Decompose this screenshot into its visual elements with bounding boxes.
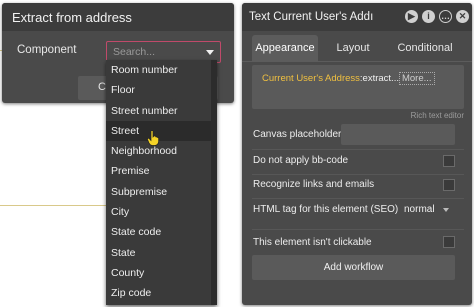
dropdown-item-city[interactable]: City — [106, 202, 217, 222]
dropdown-item-neighborhood[interactable]: Neighborhood — [106, 141, 217, 161]
divider — [252, 174, 464, 175]
info-icon[interactable]: i — [422, 10, 435, 23]
canvas-placeholder-label: Canvas placeholder — [253, 129, 342, 140]
dropdown-item-premise[interactable]: Premise — [106, 161, 217, 181]
dynamic-expression[interactable]: Current User's Address:extract... More... — [262, 72, 435, 85]
select-placeholder: Search... — [113, 46, 156, 58]
dialog-title: Extract from address — [2, 3, 234, 31]
caret-down-icon — [206, 50, 214, 55]
divider — [252, 229, 464, 230]
component-label: Component — [17, 44, 77, 56]
caret-down-icon — [443, 208, 449, 212]
dropdown-item-subpremise[interactable]: Subpremise — [106, 182, 217, 202]
not-clickable-label: This element isn't clickable — [253, 237, 372, 248]
dropdown-scrollbar[interactable] — [211, 60, 217, 305]
tab-bar: Appearance Layout Conditional — [242, 35, 472, 61]
tab-underline — [242, 61, 472, 62]
play-icon[interactable]: ▶ — [405, 10, 418, 23]
tab-layout[interactable]: Layout — [328, 35, 378, 61]
comment-icon[interactable]: … — [439, 10, 452, 23]
not-clickable-checkbox[interactable] — [443, 236, 455, 248]
delete-icon[interactable]: ✕ — [456, 10, 469, 23]
dropdown-item-street[interactable]: Street — [106, 120, 217, 142]
expression-operator[interactable]: :extract... — [360, 73, 399, 84]
hand-cursor-icon — [147, 130, 159, 146]
tab-conditional[interactable]: Conditional — [390, 35, 460, 61]
html-tag-label: HTML tag for this element (SEO) — [253, 204, 399, 215]
recognize-links-label: Recognize links and emails — [253, 179, 375, 190]
component-dropdown-list: Room number Floor Street number Street N… — [106, 60, 217, 305]
property-editor-header: Text Current User's Addı ▶ i … ✕ — [242, 3, 472, 31]
expression-source[interactable]: Current User's Address — [262, 73, 360, 84]
dropdown-item-street-number[interactable]: Street number — [106, 101, 217, 121]
dropdown-item-floor[interactable]: Floor — [106, 80, 217, 100]
recognize-links-checkbox[interactable] — [443, 179, 455, 191]
dropdown-item-county[interactable]: County — [106, 263, 217, 283]
dropdown-item-zip-code[interactable]: Zip code — [106, 283, 217, 303]
dropdown-item-room-number[interactable]: Room number — [106, 60, 217, 80]
divider — [252, 149, 464, 150]
more-link[interactable]: More... — [398, 72, 435, 85]
rich-text-editor-link[interactable]: Rich text editor — [411, 111, 464, 120]
divider — [252, 198, 464, 199]
tab-appearance[interactable]: Appearance — [252, 35, 318, 61]
dropdown-item-state[interactable]: State — [106, 243, 217, 263]
element-title: Text Current User's Addı — [249, 11, 374, 23]
no-bbcode-label: Do not apply bb-code — [253, 155, 349, 166]
canvas-placeholder-input[interactable] — [341, 124, 455, 145]
no-bbcode-checkbox[interactable] — [443, 155, 455, 167]
text-expression-field[interactable]: Current User's Address:extract... More... — [252, 65, 464, 109]
dropdown-item-state-code[interactable]: State code — [106, 222, 217, 242]
add-workflow-button[interactable]: Add workflow — [252, 255, 455, 280]
property-editor-panel: Text Current User's Addı ▶ i … ✕ Appeara… — [242, 3, 472, 305]
html-tag-select[interactable]: normal — [404, 204, 435, 215]
canvas-guide-line — [0, 205, 106, 206]
extract-button-label: C — [98, 81, 106, 93]
